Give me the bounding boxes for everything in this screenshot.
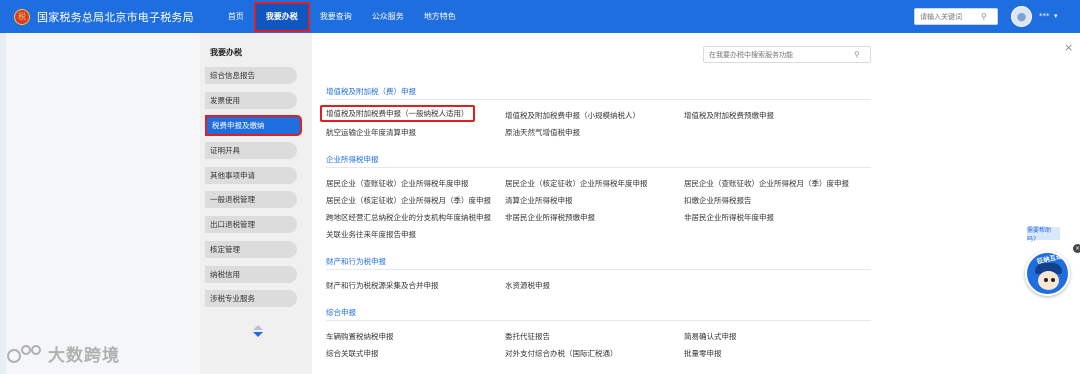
link-cit-withholding[interactable]: 扣缴企业所得税报告 (684, 195, 752, 206)
left-edge-strip (0, 33, 6, 374)
mascot-eye (1051, 278, 1055, 282)
mascot-face (1038, 271, 1059, 290)
link-cit-audit-monthly[interactable]: 居民企业（查账征收）企业所得税月（季）度申报 (684, 178, 849, 189)
main-nav: 首页 我要办税 我要查询 公众服务 地方特色 (218, 0, 466, 33)
watermark: 大数跨境 (6, 341, 120, 366)
link-cit-deemed-annual[interactable]: 居民企业（核定征收）企业所得税年度申报 (505, 178, 648, 189)
panel-search: ⚲ (703, 46, 871, 63)
section-title-cit: 企业所得税申报 (326, 155, 379, 164)
link-vehicle-purchase[interactable]: 车辆购置税纳税申报 (326, 331, 394, 342)
sidebar-item-export-refund[interactable]: 出口退税管理 (205, 216, 297, 233)
link-entrusted-collection[interactable]: 委托代征报告 (505, 331, 550, 342)
link-cit-nonresident-annual[interactable]: 非居民企业所得税年度申报 (684, 212, 774, 223)
close-icon[interactable]: × (1064, 41, 1073, 54)
divider (326, 99, 871, 100)
link-property-combined[interactable]: 财产和行为税税源采集及合并申报 (326, 280, 439, 291)
link-vat-general[interactable]: 增值税及附加税费申报（一般纳税人适用） (320, 105, 475, 122)
top-navigation-bar: 税 国家税务总局北京市电子税务局 首页 我要办税 我要查询 公众服务 地方特色 … (0, 0, 1080, 33)
link-overseas-payment[interactable]: 对外支付综合办税（国际汇税通） (505, 348, 618, 359)
watermark-logo-icon (7, 344, 41, 363)
link-cit-liquidation[interactable]: 清算企业所得税申报 (505, 195, 573, 206)
search-icon[interactable]: ⚲ (981, 12, 987, 21)
service-panel: ⚲ × 增值税及附加税（费）申报 增值税及附加税费申报（一般纳税人适用） 增值税… (312, 33, 1080, 374)
sidebar-title: 我要办税 (210, 48, 242, 57)
search-icon[interactable]: ⚲ (854, 50, 860, 59)
link-airline-clearing[interactable]: 航空运输企业年度清算申报 (326, 127, 416, 138)
link-batch-zero[interactable]: 批量零申报 (684, 348, 722, 359)
nav-tax-handling[interactable]: 我要办税 (253, 1, 310, 32)
mascot-eye (1044, 278, 1048, 282)
divider (326, 167, 871, 168)
nav-public-service[interactable]: 公众服务 (362, 0, 414, 33)
header-search-input[interactable] (915, 12, 981, 21)
sidebar-item-invoice[interactable]: 发票使用 (205, 92, 297, 109)
sidebar-item-refund[interactable]: 一般退税管理 (205, 191, 297, 208)
nav-query[interactable]: 我要查询 (310, 0, 362, 33)
link-cit-nonresident-prepay[interactable]: 非居民企业所得税预缴申报 (505, 212, 595, 223)
sidebar-item-assessment[interactable]: 核定管理 (205, 241, 297, 258)
link-oil-gas-vat[interactable]: 原油天然气增值税申报 (505, 127, 580, 138)
sidebar-scroll-arrows[interactable] (252, 325, 264, 337)
help-tooltip[interactable]: 需要帮助吗? (1027, 227, 1060, 243)
link-related-party-report[interactable]: 关联业务往来年度报告申报 (326, 229, 416, 240)
assistant-mascot[interactable]: 征纳互动 (1025, 251, 1070, 296)
section-title-comprehensive: 综合申报 (326, 308, 356, 317)
sidebar: 我要办税 综合信息报告 发票使用 税费申报及缴纳 证明开具 其他事项申请 一般退… (200, 33, 312, 374)
sidebar-item-certificate[interactable]: 证明开具 (205, 142, 297, 159)
chevron-down-icon[interactable]: ▾ (1054, 12, 1058, 20)
divider (326, 269, 871, 270)
avatar[interactable]: ● (1011, 6, 1032, 27)
link-linked-filing[interactable]: 综合关联式申报 (326, 348, 379, 359)
link-cit-audit-annual[interactable]: 居民企业（查账征收）企业所得税年度申报 (326, 178, 469, 189)
sidebar-item-tax-filing[interactable]: 税费申报及缴纳 (205, 115, 302, 136)
sidebar-item-info-report[interactable]: 综合信息报告 (205, 67, 297, 84)
link-simple-confirm[interactable]: 简易确认式申报 (684, 331, 737, 342)
divider (326, 320, 871, 321)
user-name[interactable]: *** (1039, 12, 1050, 20)
arrow-up-icon[interactable] (253, 325, 263, 330)
section-title-property: 财产和行为税申报 (326, 257, 386, 266)
arrow-down-icon[interactable] (253, 332, 263, 337)
link-vat-prepay[interactable]: 增值税及附加税费预缴申报 (684, 110, 774, 121)
nav-local-features[interactable]: 地方特色 (414, 0, 466, 33)
sidebar-item-credit[interactable]: 纳税信用 (205, 266, 297, 283)
sidebar-item-other-requests[interactable]: 其他事项申请 (205, 167, 297, 184)
site-title[interactable]: 国家税务总局北京市电子税务局 (37, 9, 194, 25)
panel-search-input[interactable] (704, 50, 854, 59)
tax-emblem-icon: 税 (14, 8, 30, 25)
header-search: ⚲ (914, 8, 998, 25)
link-water-resource[interactable]: 水资源税申报 (505, 280, 550, 291)
link-vat-small-scale[interactable]: 增值税及附加税费申报（小规模纳税人） (505, 110, 640, 121)
watermark-text: 大数跨境 (48, 346, 120, 366)
link-cit-cross-region[interactable]: 跨地区经营汇总纳税企业的分支机构年度纳税申报 (326, 212, 491, 223)
nav-home[interactable]: 首页 (218, 0, 254, 33)
sidebar-item-professional[interactable]: 涉税专业服务 (205, 290, 297, 307)
link-cit-deemed-monthly[interactable]: 居民企业（核定征收）企业所得税月（季）度申报 (326, 195, 491, 206)
close-icon[interactable]: × (1073, 244, 1080, 253)
section-title-vat: 增值税及附加税（费）申报 (326, 87, 416, 96)
